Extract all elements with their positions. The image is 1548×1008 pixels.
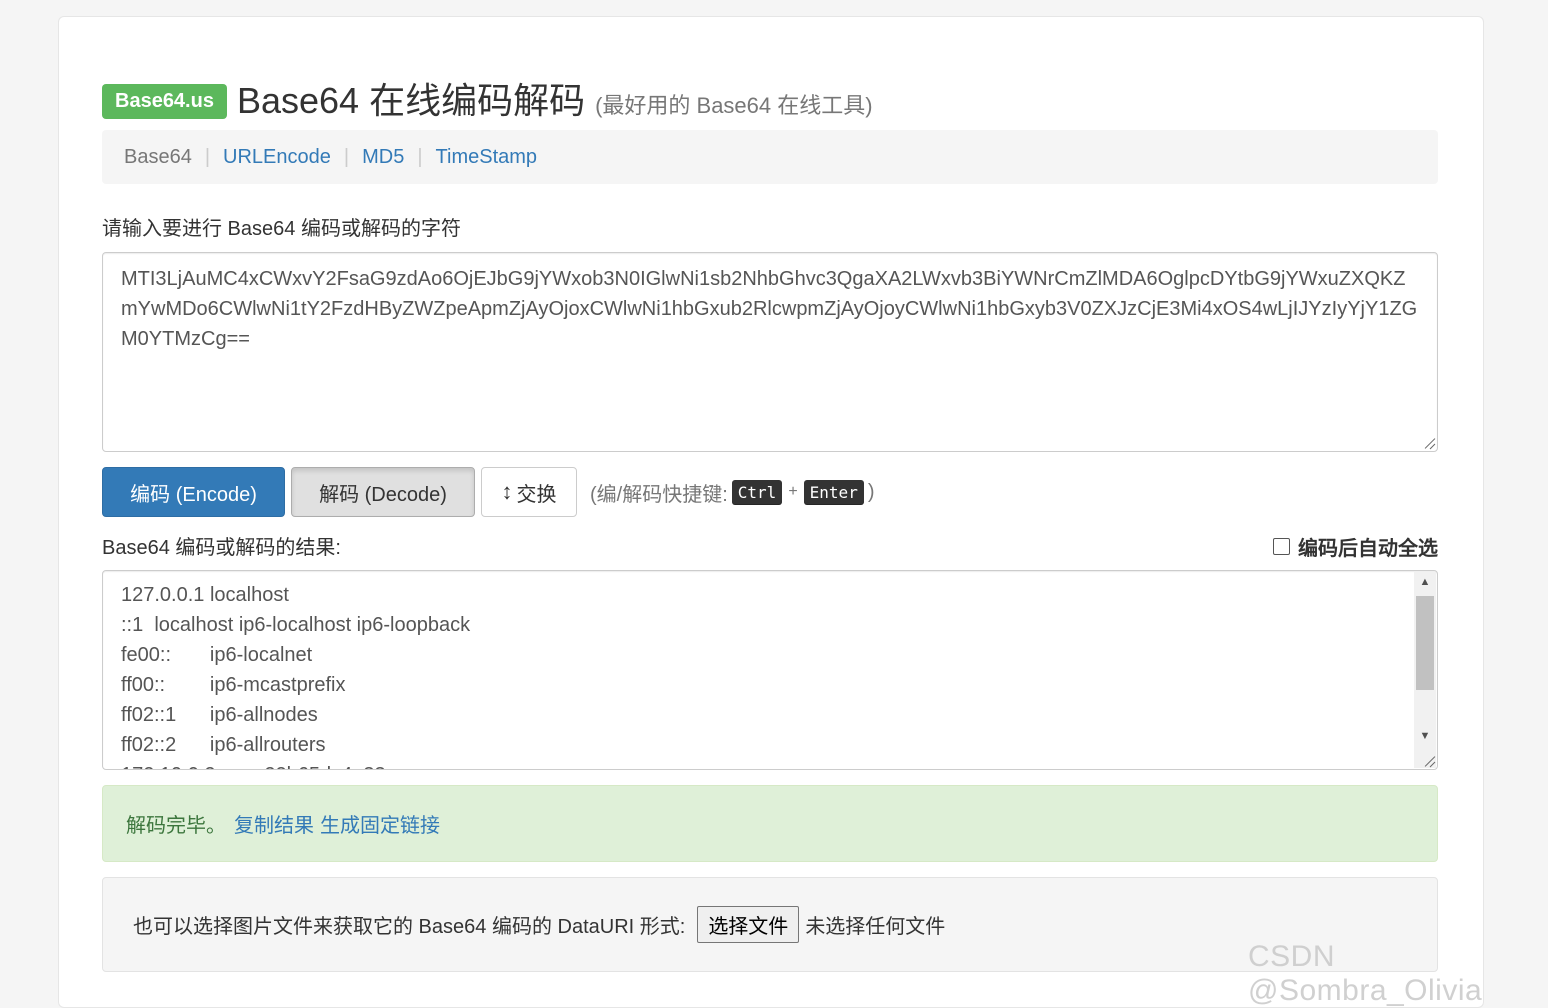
tool-nav: Base64 | URLEncode | MD5 | TimeStamp [102, 130, 1438, 184]
output-textarea[interactable]: 127.0.0.1 localhost ::1 localhost ip6-lo… [102, 570, 1438, 770]
file-upload-label: 也可以选择图片文件来获取它的 Base64 编码的 DataURI 形式: [133, 916, 686, 938]
nav-separator: | [204, 145, 211, 168]
output-line: 172.19.0.2 c22b65dc4a33 [121, 760, 1419, 769]
kbd-enter: Enter [803, 479, 864, 505]
page-subtitle: (最好用的 Base64 在线工具) [595, 93, 873, 118]
kbd-ctrl: Ctrl [731, 479, 783, 505]
nav-item-base64: Base64 [124, 145, 192, 168]
output-line: ff02::2 ip6-allrouters [121, 734, 326, 756]
resize-handle-icon[interactable] [1423, 755, 1435, 767]
decode-button[interactable]: 解码 (Decode) [291, 467, 475, 517]
file-status: 未选择任何文件 [805, 916, 946, 938]
shortcut-prefix: (编/解码快捷键: [590, 483, 728, 506]
nav-separator: | [343, 145, 350, 168]
brand-badge[interactable]: Base64.us [102, 84, 227, 119]
swap-label: 交换 [516, 483, 557, 506]
output-line: ::1 localhost ip6-localhost ip6-loopback [121, 614, 471, 636]
encode-button[interactable]: 编码 (Encode) [102, 467, 285, 517]
output-line: fe00:: ip6-localnet [121, 644, 313, 666]
shortcut-suffix: ) [867, 480, 875, 503]
resize-handle-icon[interactable] [1423, 437, 1435, 449]
page-title: Base64 在线编码解码 [236, 80, 586, 121]
scroll-up-arrow-icon[interactable]: ▲ [1414, 572, 1436, 592]
scroll-thumb[interactable] [1416, 596, 1434, 690]
output-line: ff00:: ip6-mcastprefix [121, 674, 346, 696]
nav-item-timestamp[interactable]: TimeStamp [436, 146, 538, 169]
output-line: ff02::1 ip6-allnodes [121, 704, 318, 726]
auto-select-label: 编码后自动全选 [1298, 538, 1438, 560]
shortcut-hint: (编/解码快捷键: Ctrl + Enter ) [590, 478, 875, 506]
output-line: 127.0.0.1 localhost [121, 584, 289, 606]
auto-select-checkbox[interactable] [1273, 538, 1290, 555]
shortcut-plus: + [788, 483, 798, 500]
output-label: Base64 编码或解码的结果: [102, 537, 341, 559]
input-textarea[interactable]: MTI3LjAuMC4xCWxvY2FsaG9zdAo6OjEJbG9jYWxo… [102, 252, 1438, 452]
copy-result-link[interactable]: 复制结果 [234, 809, 314, 838]
swap-button[interactable]: ↕ 交换 [481, 467, 577, 517]
scroll-down-arrow-icon[interactable]: ▼ [1414, 726, 1436, 746]
page-header: Base64.us Base64 在线编码解码 (最好用的 Base64 在线工… [102, 72, 873, 122]
nav-separator: | [417, 145, 423, 168]
input-text: MTI3LjAuMC4xCWxvY2FsaG9zdAo6OjEJbG9jYWxo… [121, 268, 1418, 350]
permalink-link[interactable]: 生成固定链接 [320, 809, 440, 838]
swap-arrows-icon: ↕ [501, 479, 513, 504]
watermark: CSDN @Sombra_Olivia [1248, 940, 1483, 1007]
file-upload-section: 也可以选择图片文件来获取它的 Base64 编码的 DataURI 形式: 选择… [102, 877, 1438, 972]
auto-select-option[interactable]: 编码后自动全选 [1273, 532, 1438, 561]
output-scrollbar[interactable]: ▲ ▼ [1414, 572, 1436, 746]
result-alert: 解码完毕。 复制结果 生成固定链接 [102, 785, 1438, 862]
input-label: 请输入要进行 Base64 编码或解码的字符 [102, 218, 461, 240]
nav-item-urlencode[interactable]: URLEncode [223, 146, 331, 169]
nav-item-md5[interactable]: MD5 [362, 146, 404, 169]
decode-status: 解码完毕。 [126, 815, 226, 837]
choose-file-button[interactable]: 选择文件 [697, 906, 800, 943]
